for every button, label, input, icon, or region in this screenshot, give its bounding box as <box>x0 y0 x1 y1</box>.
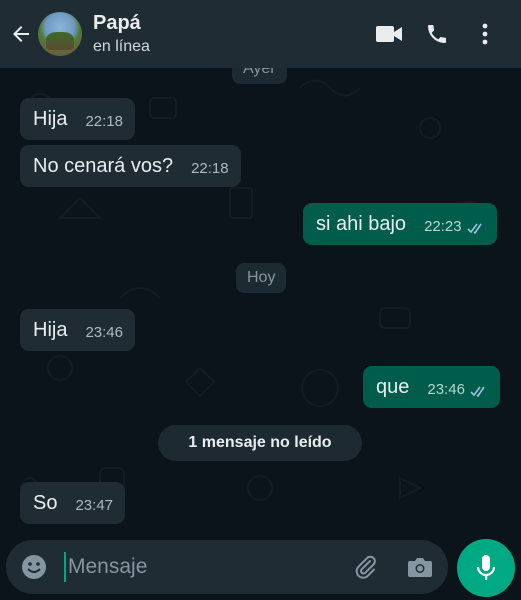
message-bubble[interactable]: No cenará vos? 22:18 <box>20 145 241 187</box>
message-time: 23:47 <box>75 497 114 514</box>
message-bubble[interactable]: si ahi bajo 22:23 <box>303 203 497 245</box>
message-time: 23:46 <box>85 324 123 341</box>
back-button[interactable] <box>4 14 38 54</box>
voice-call-button[interactable] <box>413 10 461 58</box>
more-vertical-icon <box>482 23 488 45</box>
emoji-icon <box>22 555 46 579</box>
message-input[interactable] <box>68 555 338 579</box>
message-time: 22:23 <box>424 218 462 235</box>
message-text: si ahi bajo <box>316 213 407 235</box>
phone-icon <box>428 25 446 43</box>
text-cursor <box>64 552 66 582</box>
attach-button[interactable] <box>344 545 388 589</box>
header-actions <box>365 10 509 58</box>
video-call-button[interactable] <box>365 10 413 58</box>
contact-status: en línea <box>93 38 150 55</box>
unread-messages-banner: 1 mensaje no leído <box>158 425 362 461</box>
message-text: Hija <box>33 108 68 130</box>
message-time: 22:18 <box>85 113 123 130</box>
video-call-icon <box>376 26 402 42</box>
message-bubble[interactable]: Hija 23:46 <box>20 309 135 351</box>
message-text: So <box>33 492 58 514</box>
message-list[interactable]: Ayer Hija 22:18 No cenará vos? 22:18 si … <box>0 68 521 536</box>
read-ticks-icon <box>467 223 485 237</box>
date-chip-hoy: Hoy <box>236 263 287 293</box>
message-composer <box>6 540 448 594</box>
message-bubble[interactable]: So 23:47 <box>20 482 126 524</box>
message-text: Hija <box>33 319 68 341</box>
emoji-button[interactable] <box>12 545 56 589</box>
message-bubble[interactable]: Hija 22:18 <box>20 98 135 140</box>
date-chip-ayer: Ayer <box>232 68 287 84</box>
voice-message-button[interactable] <box>457 539 515 597</box>
chat-header: Papá en línea <box>0 0 521 68</box>
message-time: 22:18 <box>191 160 229 177</box>
more-options-button[interactable] <box>461 10 509 58</box>
camera-button[interactable] <box>398 545 442 589</box>
read-ticks-icon <box>470 386 488 400</box>
contact-name: Papá <box>93 12 141 34</box>
microphone-icon <box>476 555 496 580</box>
message-text: que <box>376 376 410 398</box>
attach-icon <box>355 555 376 579</box>
message-bubble[interactable]: que 23:46 <box>363 366 500 408</box>
contact-info[interactable]: Papá en línea <box>93 11 150 57</box>
message-time: 23:46 <box>427 381 465 398</box>
back-arrow-icon <box>13 26 29 42</box>
camera-icon <box>408 558 432 577</box>
message-text: No cenará vos? <box>33 155 174 177</box>
avatar[interactable] <box>38 12 82 56</box>
